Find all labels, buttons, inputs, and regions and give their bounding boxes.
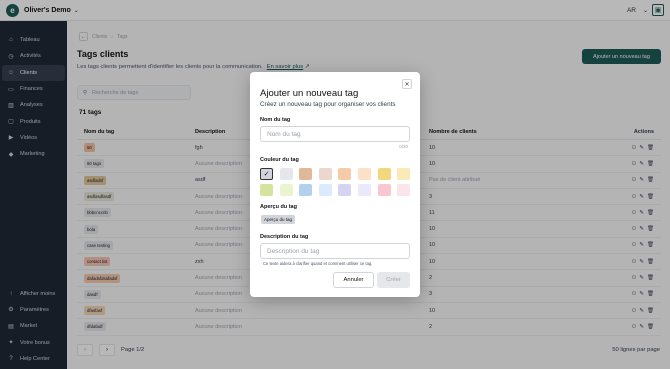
- color-swatch[interactable]: ✓: [260, 168, 273, 180]
- tag-preview: Aperçu du tag: [261, 215, 296, 224]
- color-swatch[interactable]: [260, 184, 273, 196]
- color-swatch[interactable]: [397, 184, 411, 196]
- color-swatch[interactable]: [377, 184, 391, 196]
- color-swatch[interactable]: [279, 184, 293, 196]
- modal-title: Ajouter un nouveau tag: [260, 88, 359, 99]
- color-swatch[interactable]: [299, 168, 313, 180]
- name-label: Nom du tag: [260, 117, 291, 123]
- tag-description-placeholder: Description du tag: [267, 247, 320, 255]
- description-label: Description du tag: [260, 234, 309, 240]
- close-icon[interactable]: ✕: [402, 79, 412, 89]
- color-swatch[interactable]: [357, 184, 371, 196]
- checkmark-icon: ✓: [263, 171, 270, 178]
- tag-description-input[interactable]: Description du tag: [260, 243, 410, 259]
- color-swatch[interactable]: [397, 168, 411, 180]
- color-swatch[interactable]: [318, 168, 332, 180]
- tag-name-placeholder: Nom du tag: [267, 130, 301, 138]
- preview-label: Aperçu du tag: [260, 204, 297, 210]
- color-swatch[interactable]: [279, 168, 293, 180]
- modal-subtitle: Créez un nouveau tag pour organiser vos …: [260, 101, 396, 108]
- tag-name-input[interactable]: Nom du tag: [260, 126, 410, 142]
- color-swatch[interactable]: [357, 168, 371, 180]
- color-swatches: ✓: [260, 168, 411, 196]
- name-char-counter: 0/20: [399, 144, 408, 149]
- color-swatch[interactable]: [338, 184, 352, 196]
- color-swatch[interactable]: [338, 168, 352, 180]
- description-hint: Ce texte aidera à clarifier quand et com…: [263, 261, 373, 266]
- create-button[interactable]: Créer: [377, 272, 410, 288]
- add-tag-modal: ✕ Ajouter un nouveau tag Créez un nouvea…: [250, 72, 420, 297]
- color-swatch[interactable]: [318, 184, 332, 196]
- cancel-button[interactable]: Annuler: [333, 272, 374, 288]
- color-swatch[interactable]: [377, 168, 391, 180]
- color-swatch[interactable]: [299, 184, 313, 196]
- color-label: Couleur du tag: [260, 157, 299, 163]
